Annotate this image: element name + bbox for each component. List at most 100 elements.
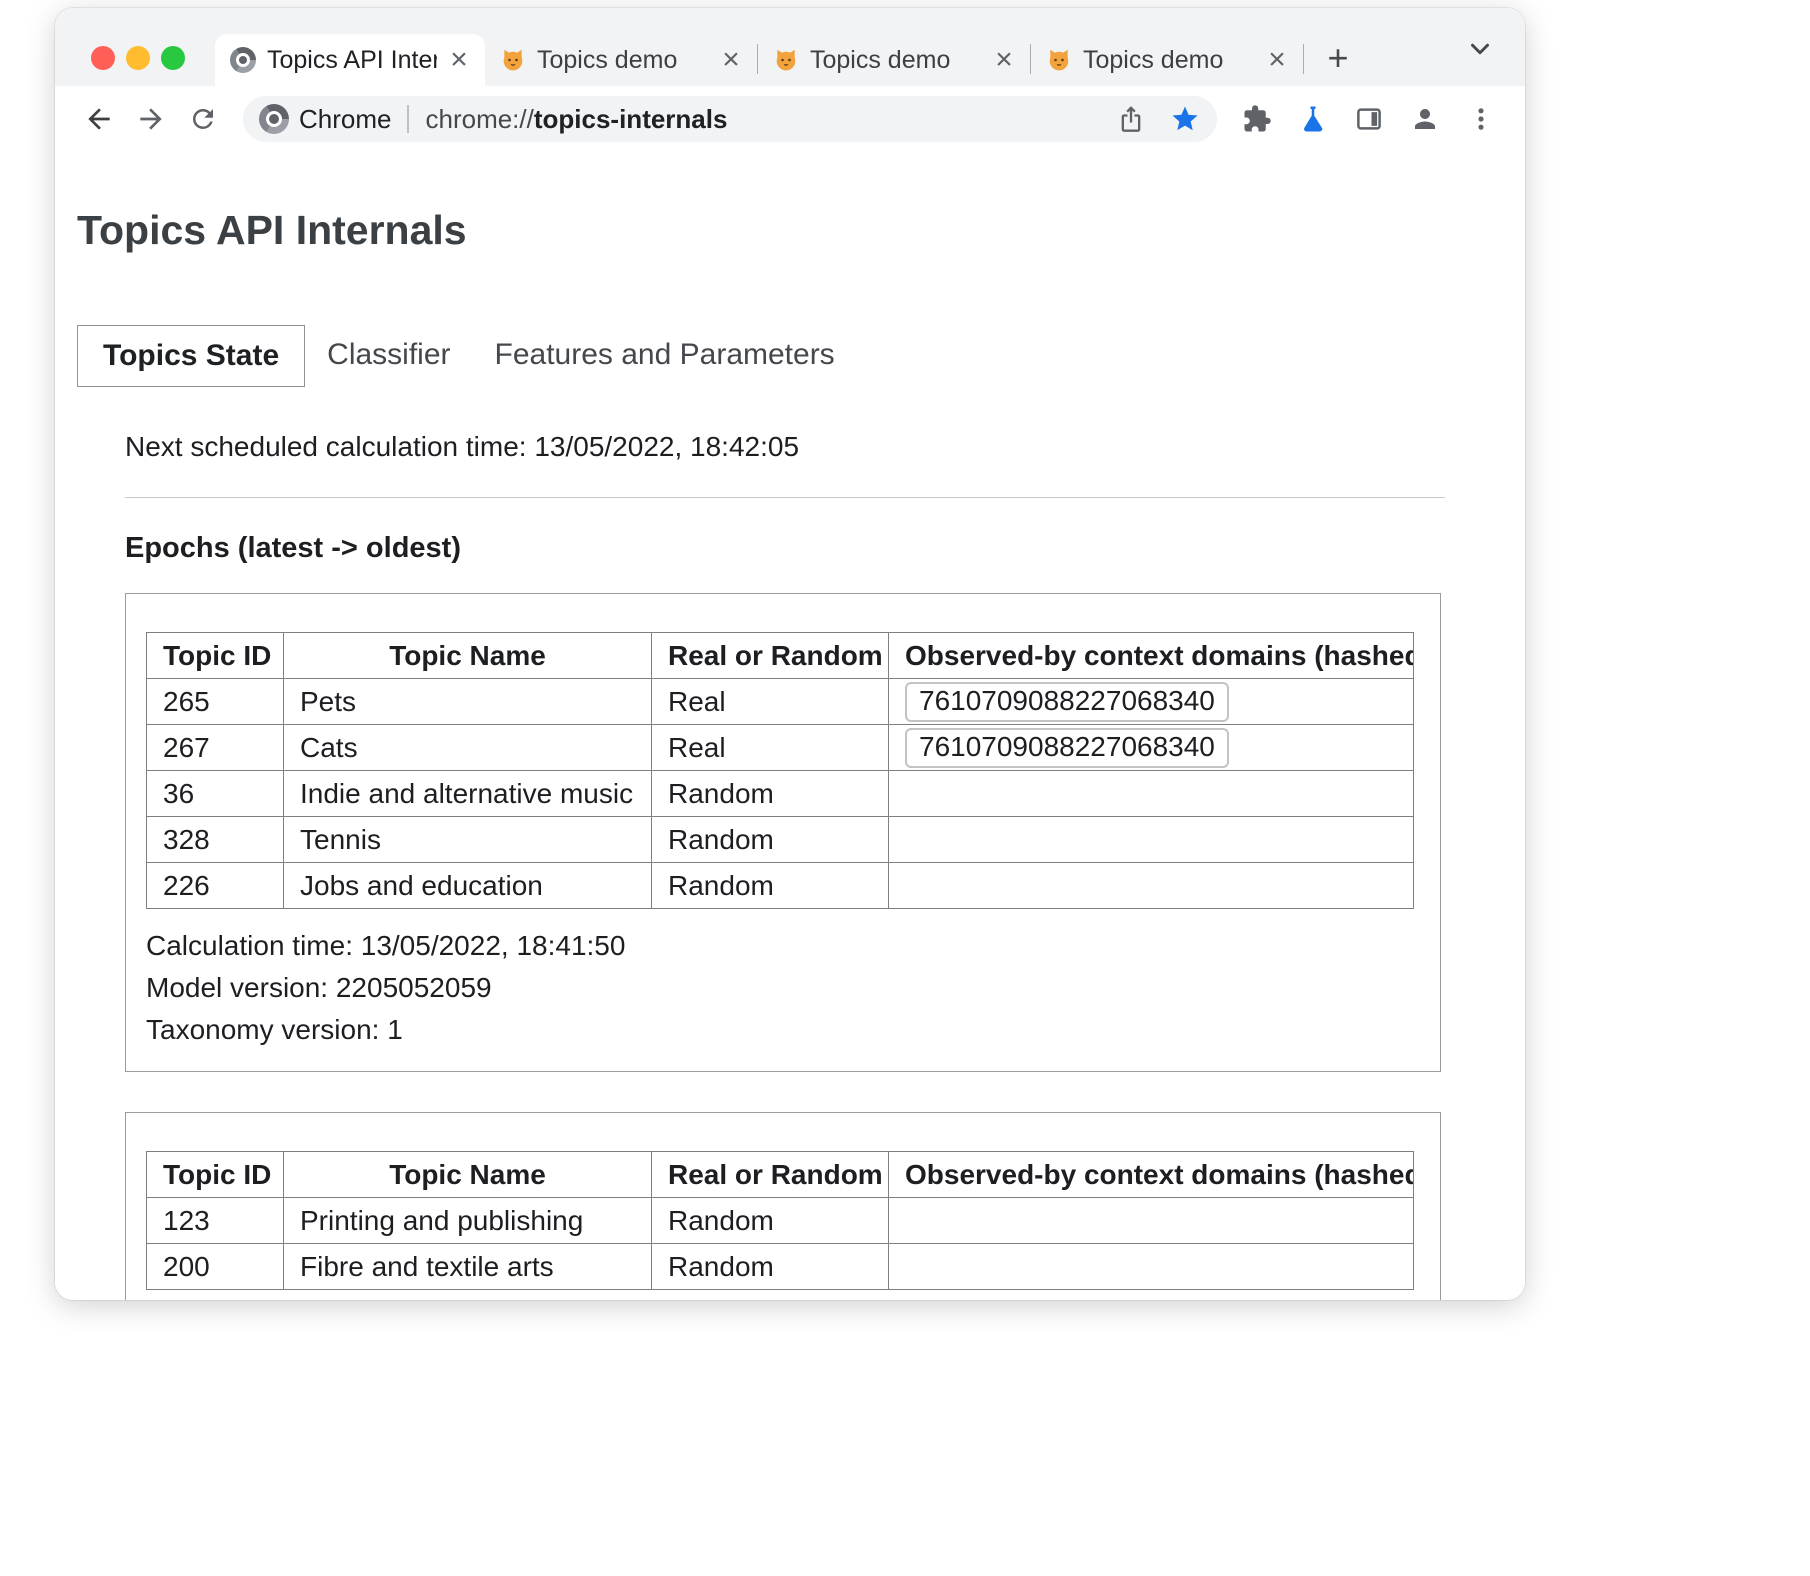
topic-id-cell: 123 — [147, 1198, 284, 1244]
col-observed-domains: Observed-by context domains (hashed) — [889, 1152, 1414, 1198]
observed-domains-cell: 7610709088227068340 — [889, 679, 1414, 725]
real-or-random-cell: Random — [652, 1198, 889, 1244]
topic-id-cell: 200 — [147, 1244, 284, 1290]
share-icon[interactable] — [1109, 97, 1153, 141]
taxonomy-version: Taxonomy version: 1 — [146, 1009, 1420, 1051]
tab-close-icon[interactable]: × — [990, 45, 1018, 75]
tab-classifier[interactable]: Classifier — [305, 325, 472, 387]
observed-domains-cell — [889, 1244, 1414, 1290]
real-or-random-cell: Real — [652, 725, 889, 771]
tab-title: Topics demo — [1083, 46, 1255, 75]
omnibox-divider — [407, 105, 409, 133]
extensions-puzzle-icon[interactable] — [1233, 95, 1281, 143]
window-controls — [91, 46, 185, 70]
epoch-table: Topic ID Topic Name Real or Random Obser… — [146, 1151, 1414, 1290]
col-real-or-random: Real or Random — [652, 1152, 889, 1198]
col-topic-id: Topic ID — [147, 633, 284, 679]
observed-domains-cell — [889, 771, 1414, 817]
topics-state-panel: Next scheduled calculation time: 13/05/2… — [125, 431, 1445, 1300]
table-row: 200 Fibre and textile arts Random — [147, 1244, 1414, 1290]
table-row: 226 Jobs and education Random — [147, 863, 1414, 909]
topic-id-cell: 328 — [147, 817, 284, 863]
tab-features-and-parameters[interactable]: Features and Parameters — [473, 325, 857, 387]
zoom-window-button[interactable] — [161, 46, 185, 70]
col-real-or-random: Real or Random — [652, 633, 889, 679]
topic-id-cell: 226 — [147, 863, 284, 909]
topic-name-cell: Fibre and textile arts — [284, 1244, 652, 1290]
menu-kebab-icon[interactable] — [1457, 95, 1505, 143]
col-observed-domains: Observed-by context domains (hashed) — [889, 633, 1414, 679]
tab-close-icon[interactable]: × — [1263, 45, 1291, 75]
real-or-random-cell: Random — [652, 863, 889, 909]
bookmark-star-icon[interactable] — [1163, 97, 1207, 141]
model-version: Model version: 2205052059 — [146, 967, 1420, 1009]
topic-id-cell: 267 — [147, 725, 284, 771]
table-row: 265 Pets Real 7610709088227068340 — [147, 679, 1414, 725]
minimize-window-button[interactable] — [126, 46, 150, 70]
address-bar[interactable]: Chrome chrome://topics-internals — [243, 96, 1217, 142]
epochs-heading: Epochs (latest -> oldest) — [125, 532, 1445, 565]
tab-search-chevron-icon[interactable] — [1465, 34, 1495, 64]
topic-name-cell: Tennis — [284, 817, 652, 863]
browser-window: Topics API Internals × Topics demo × Top… — [55, 8, 1525, 1300]
tab-strip: Topics API Internals × Topics demo × Top… — [55, 8, 1525, 86]
calculation-time: Calculation time: 13/05/2022, 18:41:50 — [146, 925, 1420, 967]
next-calculation-time: Next scheduled calculation time: 13/05/2… — [125, 431, 1445, 463]
topic-id-cell: 36 — [147, 771, 284, 817]
browser-tab-topics-demo-3[interactable]: Topics demo × — [1031, 34, 1303, 86]
real-or-random-cell: Random — [652, 771, 889, 817]
reload-button[interactable] — [179, 95, 227, 143]
real-or-random-cell: Random — [652, 817, 889, 863]
observed-domains-cell — [889, 863, 1414, 909]
tab-title: Topics API Internals — [267, 46, 437, 75]
topic-name-cell: Jobs and education — [284, 863, 652, 909]
col-topic-name: Topic Name — [284, 1152, 652, 1198]
close-window-button[interactable] — [91, 46, 115, 70]
cat-favicon-icon — [499, 46, 527, 74]
tab-separator — [1303, 44, 1304, 74]
omnibox-brand: Chrome — [299, 104, 391, 135]
chrome-favicon-icon — [229, 46, 257, 74]
epoch-table: Topic ID Topic Name Real or Random Obser… — [146, 632, 1414, 909]
topic-name-cell: Printing and publishing — [284, 1198, 652, 1244]
table-header-row: Topic ID Topic Name Real or Random Obser… — [147, 633, 1414, 679]
page-tab-bar: Topics State Classifier Features and Par… — [77, 325, 1525, 387]
omnibox-url[interactable]: chrome://topics-internals — [425, 104, 727, 135]
topic-id-cell: 265 — [147, 679, 284, 725]
observed-domains-cell — [889, 817, 1414, 863]
epoch-box-latest: Topic ID Topic Name Real or Random Obser… — [125, 593, 1441, 1072]
browser-tab-topics-demo-1[interactable]: Topics demo × — [485, 34, 757, 86]
real-or-random-cell: Real — [652, 679, 889, 725]
browser-tab-topics-internals[interactable]: Topics API Internals × — [215, 34, 485, 86]
table-row: 123 Printing and publishing Random — [147, 1198, 1414, 1244]
new-tab-button[interactable]: + — [1316, 36, 1360, 80]
forward-button[interactable] — [127, 95, 175, 143]
real-or-random-cell: Random — [652, 1244, 889, 1290]
topic-name-cell: Indie and alternative music — [284, 771, 652, 817]
browser-tabs: Topics API Internals × Topics demo × Top… — [215, 8, 1360, 86]
experiments-flask-icon[interactable] — [1289, 95, 1337, 143]
browser-tab-topics-demo-2[interactable]: Topics demo × — [758, 34, 1030, 86]
col-topic-name: Topic Name — [284, 633, 652, 679]
domain-hash-chip: 7610709088227068340 — [905, 728, 1229, 768]
cat-favicon-icon — [772, 46, 800, 74]
divider — [125, 497, 1445, 498]
chrome-logo-icon — [259, 104, 289, 134]
col-topic-id: Topic ID — [147, 1152, 284, 1198]
observed-domains-cell — [889, 1198, 1414, 1244]
tab-close-icon[interactable]: × — [717, 45, 745, 75]
tab-title: Topics demo — [810, 46, 982, 75]
table-row: 267 Cats Real 7610709088227068340 — [147, 725, 1414, 771]
domain-hash-chip: 7610709088227068340 — [905, 682, 1229, 722]
topic-name-cell: Pets — [284, 679, 652, 725]
back-button[interactable] — [75, 95, 123, 143]
epoch-box-older: Topic ID Topic Name Real or Random Obser… — [125, 1112, 1441, 1300]
tab-topics-state[interactable]: Topics State — [77, 325, 305, 387]
profile-avatar-icon[interactable] — [1401, 95, 1449, 143]
toolbar-actions — [1233, 95, 1505, 143]
tab-close-icon[interactable]: × — [445, 45, 473, 75]
side-panel-icon[interactable] — [1345, 95, 1393, 143]
browser-toolbar: Chrome chrome://topics-internals — [55, 86, 1525, 152]
observed-domains-cell: 7610709088227068340 — [889, 725, 1414, 771]
cat-favicon-icon — [1045, 46, 1073, 74]
